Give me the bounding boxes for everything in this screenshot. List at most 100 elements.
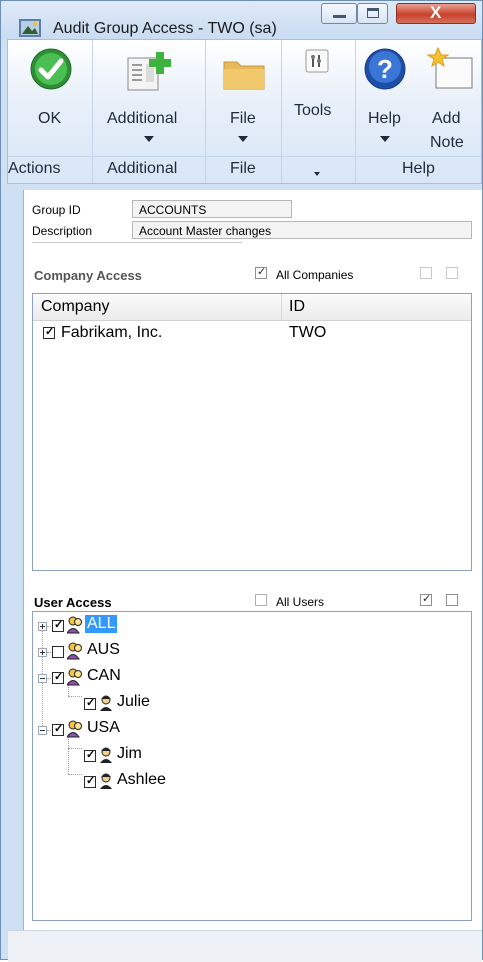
ribbon: OK Actions Additional Additional File Fi… (7, 39, 482, 184)
column-header-company[interactable]: Company (41, 298, 109, 316)
file-button[interactable]: File (206, 40, 281, 156)
table-row[interactable]: Fabrikam, Inc. TWO (33, 322, 471, 346)
tree-node-label: ALL (85, 615, 118, 633)
tree-node-usa[interactable]: USA (33, 718, 233, 742)
tree-checkbox[interactable] (84, 774, 96, 788)
ribbon-group-chevron-icon[interactable] (314, 172, 320, 176)
minimize-button[interactable] (321, 3, 357, 24)
collapse-icon[interactable] (38, 726, 47, 735)
note-star-icon (426, 46, 473, 89)
help-label: Help (368, 110, 401, 127)
group-id-row: Group ID ACCOUNTS (24, 200, 324, 218)
additional-label: Additional (107, 110, 178, 127)
mark-all-users-checkbox[interactable] (420, 592, 432, 606)
company-access-title: Company Access (34, 268, 142, 283)
column-divider (281, 294, 282, 320)
all-users-checkbox[interactable] (255, 594, 267, 606)
tree-checkbox[interactable] (52, 670, 64, 684)
minimize-icon (333, 15, 346, 18)
group-label-file: File (230, 160, 256, 177)
tree-connector (47, 652, 51, 653)
group-users-icon (66, 642, 83, 665)
user-icon (99, 773, 113, 794)
add-note-button[interactable]: Add Note (416, 40, 482, 156)
tree-node-label: AUS (87, 641, 120, 658)
ribbon-group-actions: OK Actions (8, 40, 93, 183)
tree-node-label: Julie (117, 693, 150, 710)
group-id-label: Group ID (32, 203, 81, 217)
add-note-label-2: Note (430, 134, 464, 151)
group-label-actions: Actions (8, 160, 61, 177)
close-button[interactable]: X (396, 3, 476, 24)
ribbon-divider (8, 156, 481, 157)
group-label-additional: Additional (107, 160, 178, 177)
window-title: Audit Group Access - TWO (sa) (53, 20, 277, 37)
ribbon-group-file: File File (206, 40, 282, 183)
tools-button[interactable]: Tools (282, 40, 355, 156)
chevron-down-icon (238, 136, 248, 142)
tree-node-ashlee[interactable]: Ashlee (33, 770, 233, 794)
form-content: Group ID ACCOUNTS Description Account Ma… (8, 190, 482, 962)
tree-checkbox[interactable] (52, 646, 64, 658)
company-id-cell: TWO (289, 324, 327, 341)
tree-node-julie[interactable]: Julie (33, 692, 233, 716)
company-row-checkbox[interactable] (43, 325, 55, 339)
collapse-icon[interactable] (38, 674, 47, 683)
unmark-all-users-checkbox[interactable] (446, 594, 458, 606)
all-users-label: All Users (276, 595, 325, 609)
folder-icon (223, 61, 265, 90)
help-button[interactable]: ? Help (356, 40, 416, 156)
user-tree: ALL AUS CAN (32, 611, 472, 921)
unmark-all-companies-checkbox[interactable] (446, 267, 458, 279)
tree-checkbox[interactable] (52, 722, 64, 736)
tree-node-can[interactable]: CAN (33, 666, 233, 690)
check-circle-icon (30, 48, 72, 90)
expand-icon[interactable] (38, 648, 47, 657)
tree-connector (47, 730, 51, 731)
file-label: File (230, 110, 256, 127)
chevron-down-icon (144, 136, 154, 142)
group-users-icon (66, 616, 83, 639)
tree-node-aus[interactable]: AUS (33, 640, 233, 664)
mark-all-companies-checkbox[interactable] (420, 267, 432, 279)
tree-connector (47, 678, 51, 679)
close-icon: X (430, 3, 442, 22)
maximize-button[interactable] (357, 3, 388, 24)
chevron-down-icon (380, 136, 390, 142)
company-grid: Company ID Fabrikam, Inc. TWO (32, 293, 472, 571)
tree-node-jim[interactable]: Jim (33, 744, 233, 768)
add-note-label-1: Add (432, 110, 461, 127)
ok-label: OK (38, 110, 62, 127)
app-icon (19, 19, 41, 37)
window-controls: X (321, 1, 482, 37)
document-add-icon (127, 52, 171, 91)
group-users-icon (66, 668, 83, 691)
additional-button[interactable]: Additional (93, 40, 205, 156)
user-access-title: User Access (34, 595, 112, 610)
description-field[interactable]: Account Master changes (132, 221, 472, 239)
tools-label: Tools (294, 102, 332, 119)
status-bar (8, 930, 482, 962)
tree-node-label: CAN (87, 667, 121, 684)
group-users-icon (66, 720, 83, 743)
company-grid-header: Company ID (33, 294, 471, 321)
expand-icon[interactable] (38, 622, 47, 631)
help-question-icon: ? (364, 48, 406, 90)
tree-node-label: Jim (117, 745, 142, 762)
all-companies-checkbox[interactable] (255, 265, 267, 279)
audit-group-access-window: Audit Group Access - TWO (sa) X OK Actio… (0, 0, 483, 962)
title-bar: Audit Group Access - TWO (sa) X (1, 1, 482, 39)
tree-checkbox[interactable] (84, 748, 96, 762)
tools-icon (305, 49, 329, 73)
group-id-field[interactable]: ACCOUNTS (132, 200, 292, 218)
all-companies-label: All Companies (276, 268, 354, 282)
tree-checkbox[interactable] (52, 618, 64, 632)
tree-node-all[interactable]: ALL (33, 614, 233, 638)
description-label: Description (32, 224, 93, 238)
user-icon (99, 747, 113, 768)
ok-button[interactable]: OK (8, 40, 92, 156)
tree-checkbox[interactable] (84, 696, 96, 710)
column-header-id[interactable]: ID (289, 298, 305, 316)
tree-connector (47, 626, 51, 627)
ribbon-group-tools: Tools (282, 40, 356, 183)
